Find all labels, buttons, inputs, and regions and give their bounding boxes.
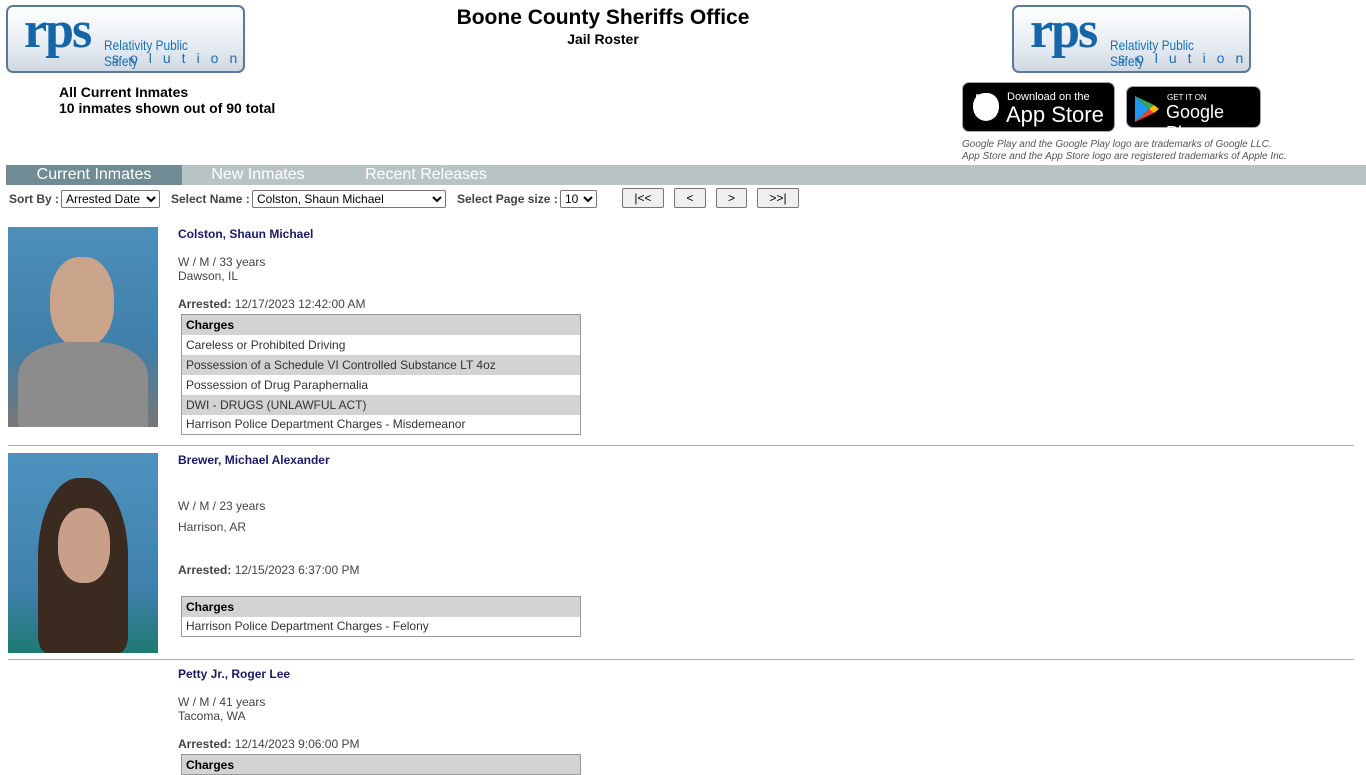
- prev-page-button[interactable]: <: [674, 188, 706, 208]
- tab-bar: Current Inmates New Inmates Recent Relea…: [6, 165, 1366, 185]
- page-title: Boone County Sheriffs Office: [456, 6, 750, 29]
- inmate-demographics: W / M / 41 years: [178, 695, 266, 709]
- charges-table: Charges: [181, 754, 581, 775]
- tab-new-inmates[interactable]: New Inmates: [182, 165, 334, 185]
- page-size-label: Select Page size :: [457, 192, 558, 206]
- charge-row: Possession of Drug Paraphernalia: [186, 377, 369, 392]
- inmate-arrested: Arrested: 12/15/2023 6:37:00 PM: [178, 563, 360, 577]
- inmate-city: Harrison, AR: [178, 520, 247, 534]
- inmate-demographics: W / M / 23 years: [178, 499, 266, 513]
- inmate-city: Dawson, IL: [178, 269, 239, 283]
- charges-header: Charges: [181, 754, 581, 775]
- charges-header: Charges: [181, 314, 581, 335]
- google-play-icon: [1135, 96, 1159, 122]
- inmate-name[interactable]: Brewer, Michael Alexander: [178, 453, 330, 467]
- mugshot: [58, 508, 110, 583]
- page-size-select[interactable]: 10: [560, 190, 597, 208]
- divider: [8, 445, 1354, 446]
- charges-table: Charges Careless or Prohibited Driving P…: [181, 314, 581, 435]
- sort-select[interactable]: Arrested Date: [61, 190, 160, 208]
- charge-row: Careless or Prohibited Driving: [186, 337, 346, 352]
- inmate-city: Tacoma, WA: [178, 709, 246, 723]
- charge-row: DWI - DRUGS (UNLAWFUL ACT): [181, 394, 581, 415]
- charge-row: Possession of a Schedule VI Controlled S…: [181, 354, 581, 375]
- summary: All Current Inmates 10 inmates shown out…: [59, 84, 275, 116]
- summary-heading: All Current Inmates: [59, 84, 189, 100]
- sort-label: Sort By :: [9, 192, 60, 206]
- mugshot: [50, 257, 114, 347]
- first-page-button[interactable]: |<<: [622, 188, 664, 208]
- charges-table: Charges Harrison Police Department Charg…: [181, 596, 581, 637]
- tab-recent-releases[interactable]: Recent Releases: [346, 165, 506, 185]
- app-store-button[interactable]:  Download on the App Store: [962, 82, 1115, 132]
- charge-row: Harrison Police Department Charges - Mis…: [186, 417, 466, 432]
- inmate-demographics: W / M / 33 years: [178, 255, 266, 269]
- charges-header: Charges: [181, 596, 581, 617]
- tab-current-inmates[interactable]: Current Inmates: [6, 165, 182, 185]
- inmate-arrested: Arrested: 12/17/2023 12:42:00 AM: [178, 297, 366, 311]
- inmate-photo[interactable]: [8, 227, 158, 427]
- google-play-button[interactable]: GET IT ON Google Play: [1126, 86, 1261, 143]
- next-page-button[interactable]: >: [716, 188, 747, 208]
- divider: [8, 659, 1354, 660]
- last-page-button[interactable]: >>|: [757, 188, 799, 208]
- inmate-name[interactable]: Colston, Shaun Michael: [178, 227, 313, 241]
- name-select[interactable]: Colston, Shaun Michael: [252, 190, 446, 208]
- mugshot-body: [18, 342, 148, 427]
- apple-icon-shape: [973, 93, 999, 121]
- inmate-arrested: Arrested: 12/14/2023 9:06:00 PM: [178, 737, 360, 751]
- inmate-name[interactable]: Petty Jr., Roger Lee: [178, 667, 290, 681]
- trademark-notice: Google Play and the Google Play logo are…: [962, 139, 1287, 162]
- page-subtitle: Jail Roster: [567, 31, 639, 47]
- charge-row: Harrison Police Department Charges - Fel…: [186, 619, 429, 634]
- summary-count: 10 inmates shown out of 90 total: [59, 100, 276, 116]
- name-label: Select Name :: [171, 192, 250, 206]
- inmate-photo[interactable]: [8, 453, 158, 653]
